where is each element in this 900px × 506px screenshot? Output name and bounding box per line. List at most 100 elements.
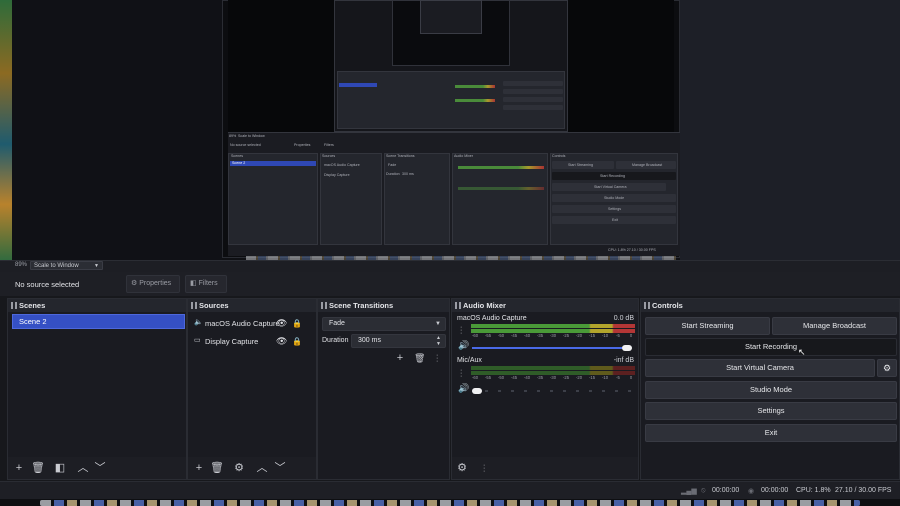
transition-select-value: Fade [329,320,345,327]
transition-select[interactable]: Fade ▼ [322,317,446,331]
nested-source-2: Display Capture [324,173,350,177]
channel-level: 0.0 dB [613,315,634,322]
nested-sources-title: Sources [322,154,336,158]
add-source-button[interactable]: + [193,462,205,474]
nested-duration-value: 300 ms [402,172,414,176]
start-streaming-button[interactable]: Start Streaming [645,317,770,335]
fps-readout: 27.10 / 30.00 FPS [835,487,892,494]
nested-obs-window: 89% Scale to Window No source selected P… [228,132,680,256]
dock-grip-icon[interactable] [455,302,461,309]
preview-background-right [680,0,900,262]
volume-knob[interactable] [472,388,482,394]
remove-scene-button[interactable]: 🗑 [31,462,45,474]
meter-tick-label: -15 [588,333,596,338]
dock-grip-icon[interactable] [644,302,650,309]
channel-name: macOS Audio Capture [457,315,527,322]
meter-tick-label: -5 [616,333,620,338]
gear-icon: ⚙ [882,363,892,373]
meter-tick-label: -45 [510,333,518,338]
scenes-header: Scenes [8,299,186,312]
nested-fade: Fade [388,163,397,167]
settings-button[interactable]: Settings [645,402,897,420]
monitor-icon: ▭ [194,337,201,344]
channel-menu-icon[interactable]: · · · [460,367,462,380]
preview-scale-bar [0,260,900,272]
source-label: macOS Audio Capture [205,319,280,328]
nested-settings: Settings [608,207,621,211]
sources-footer: + 🗑 ⚙ ︿ ﹀ [188,457,316,479]
studio-mode-button[interactable]: Studio Mode [645,381,897,399]
lock-icon[interactable]: 🔒 [292,316,302,331]
meter-tick-label: -25 [562,375,570,380]
spin-arrows-icon[interactable]: ▲ ▼ [436,335,441,347]
nested-mixer-title: Audio Mixer [454,154,473,158]
scene-item[interactable]: Scene 2 [12,314,185,329]
nested-duration: Duration [386,172,400,176]
remove-source-button[interactable]: 🗑 [210,462,224,474]
controls-header: Controls [641,299,899,312]
macos-dock [0,499,900,506]
nested-status: CPU: 1.8% 27.10 / 30.00 FPS [608,248,656,252]
record-status-icon: ◉ [748,488,755,495]
visibility-eye-icon[interactable]: 👁 [276,334,287,349]
move-source-up-button[interactable]: ︿ [256,462,268,474]
sources-header: Sources [188,299,316,312]
channel-menu-icon[interactable]: · · · [460,324,462,337]
properties-label: Properties [139,280,172,287]
mixer-menu-icon[interactable]: · · · [483,462,485,475]
gear-icon: ⚙ [131,280,138,287]
properties-button[interactable]: ⚙ Properties [126,275,180,293]
add-scene-button[interactable]: + [13,462,25,474]
preview-canvas[interactable]: 89% Scale to Window No source selected P… [0,0,900,262]
meter-ticks: -60 -55 -50 -45 -40 -35 -30 -25 -20 -15 -10 -5 0 [471,375,635,380]
exit-label: Exit [764,428,778,437]
transitions-title: Scene Transitions [329,301,394,310]
visibility-eye-icon[interactable]: 👁 [276,316,287,331]
meter-tick-label: -5 [616,375,620,380]
virtual-camera-gear-button[interactable]: ⚙ [877,359,897,377]
exit-button[interactable]: Exit [645,424,897,442]
move-scene-down-button[interactable]: ﹀ [94,462,106,474]
duration-label: Duration [322,337,349,344]
move-source-down-button[interactable]: ﹀ [274,462,286,474]
source-properties-button[interactable]: ⚙ [233,462,245,474]
channel-level: -inf dB [613,357,634,364]
dock-grip-icon[interactable] [11,302,17,309]
nested-start-virtual: Start Virtual Camera [594,185,627,189]
nested-source-1: macOS Audio Capture [324,163,360,167]
scenes-title: Scenes [19,301,46,310]
volume-knob[interactable] [622,345,632,351]
volume-track[interactable] [472,390,632,392]
dock-grip-icon[interactable] [191,302,197,309]
desktop-wallpaper [0,0,12,262]
dock-grip-icon[interactable] [321,302,327,309]
manage-broadcast-button[interactable]: Manage Broadcast [772,317,897,335]
scenes-dock: Scenes Scene 2 + 🗑 ◧ ︿ ﹀ [7,298,187,480]
duration-value: 300 ms [358,337,381,344]
meter-tick-label: -20 [575,333,583,338]
meter-tick-label: -35 [536,333,544,338]
dock-app-icons[interactable] [40,500,860,506]
lock-icon[interactable]: 🔒 [292,334,302,349]
transitions-header: Scene Transitions [318,299,449,312]
advanced-audio-gear-icon[interactable]: ⚙ [456,462,468,474]
scale-select[interactable]: Scale to Window ▼ [30,261,103,270]
move-scene-up-button[interactable]: ︿ [77,462,89,474]
add-transition-button[interactable]: + [394,352,406,364]
speaker-icon[interactable]: 🔊 [458,340,469,351]
transition-menu-icon[interactable]: · · · [436,352,438,365]
remove-transition-button[interactable]: 🗑 [414,353,425,364]
nested-manage-broadcast: Manage Broadcast [632,163,663,167]
start-virtual-camera-button[interactable]: Start Virtual Camera [645,359,875,377]
meter-tick-label: -35 [536,375,544,380]
filters-button[interactable]: ◧ Filters [185,275,227,293]
meter-tick-label: 0 [629,375,633,380]
start-virtual-camera-label: Start Virtual Camera [726,363,794,372]
scene-filters-button[interactable]: ◧ [54,462,66,474]
duration-spinbox[interactable]: 300 ms ▲ ▼ [351,334,446,348]
start-recording-button[interactable]: Start Recording [645,338,897,356]
nested-start-streaming: Start Streaming [568,163,593,167]
nested-scale: Scale to Window [238,134,265,138]
speaker-icon[interactable]: 🔊 [458,383,469,394]
nested-scene-item: Scene 2 [232,161,246,165]
